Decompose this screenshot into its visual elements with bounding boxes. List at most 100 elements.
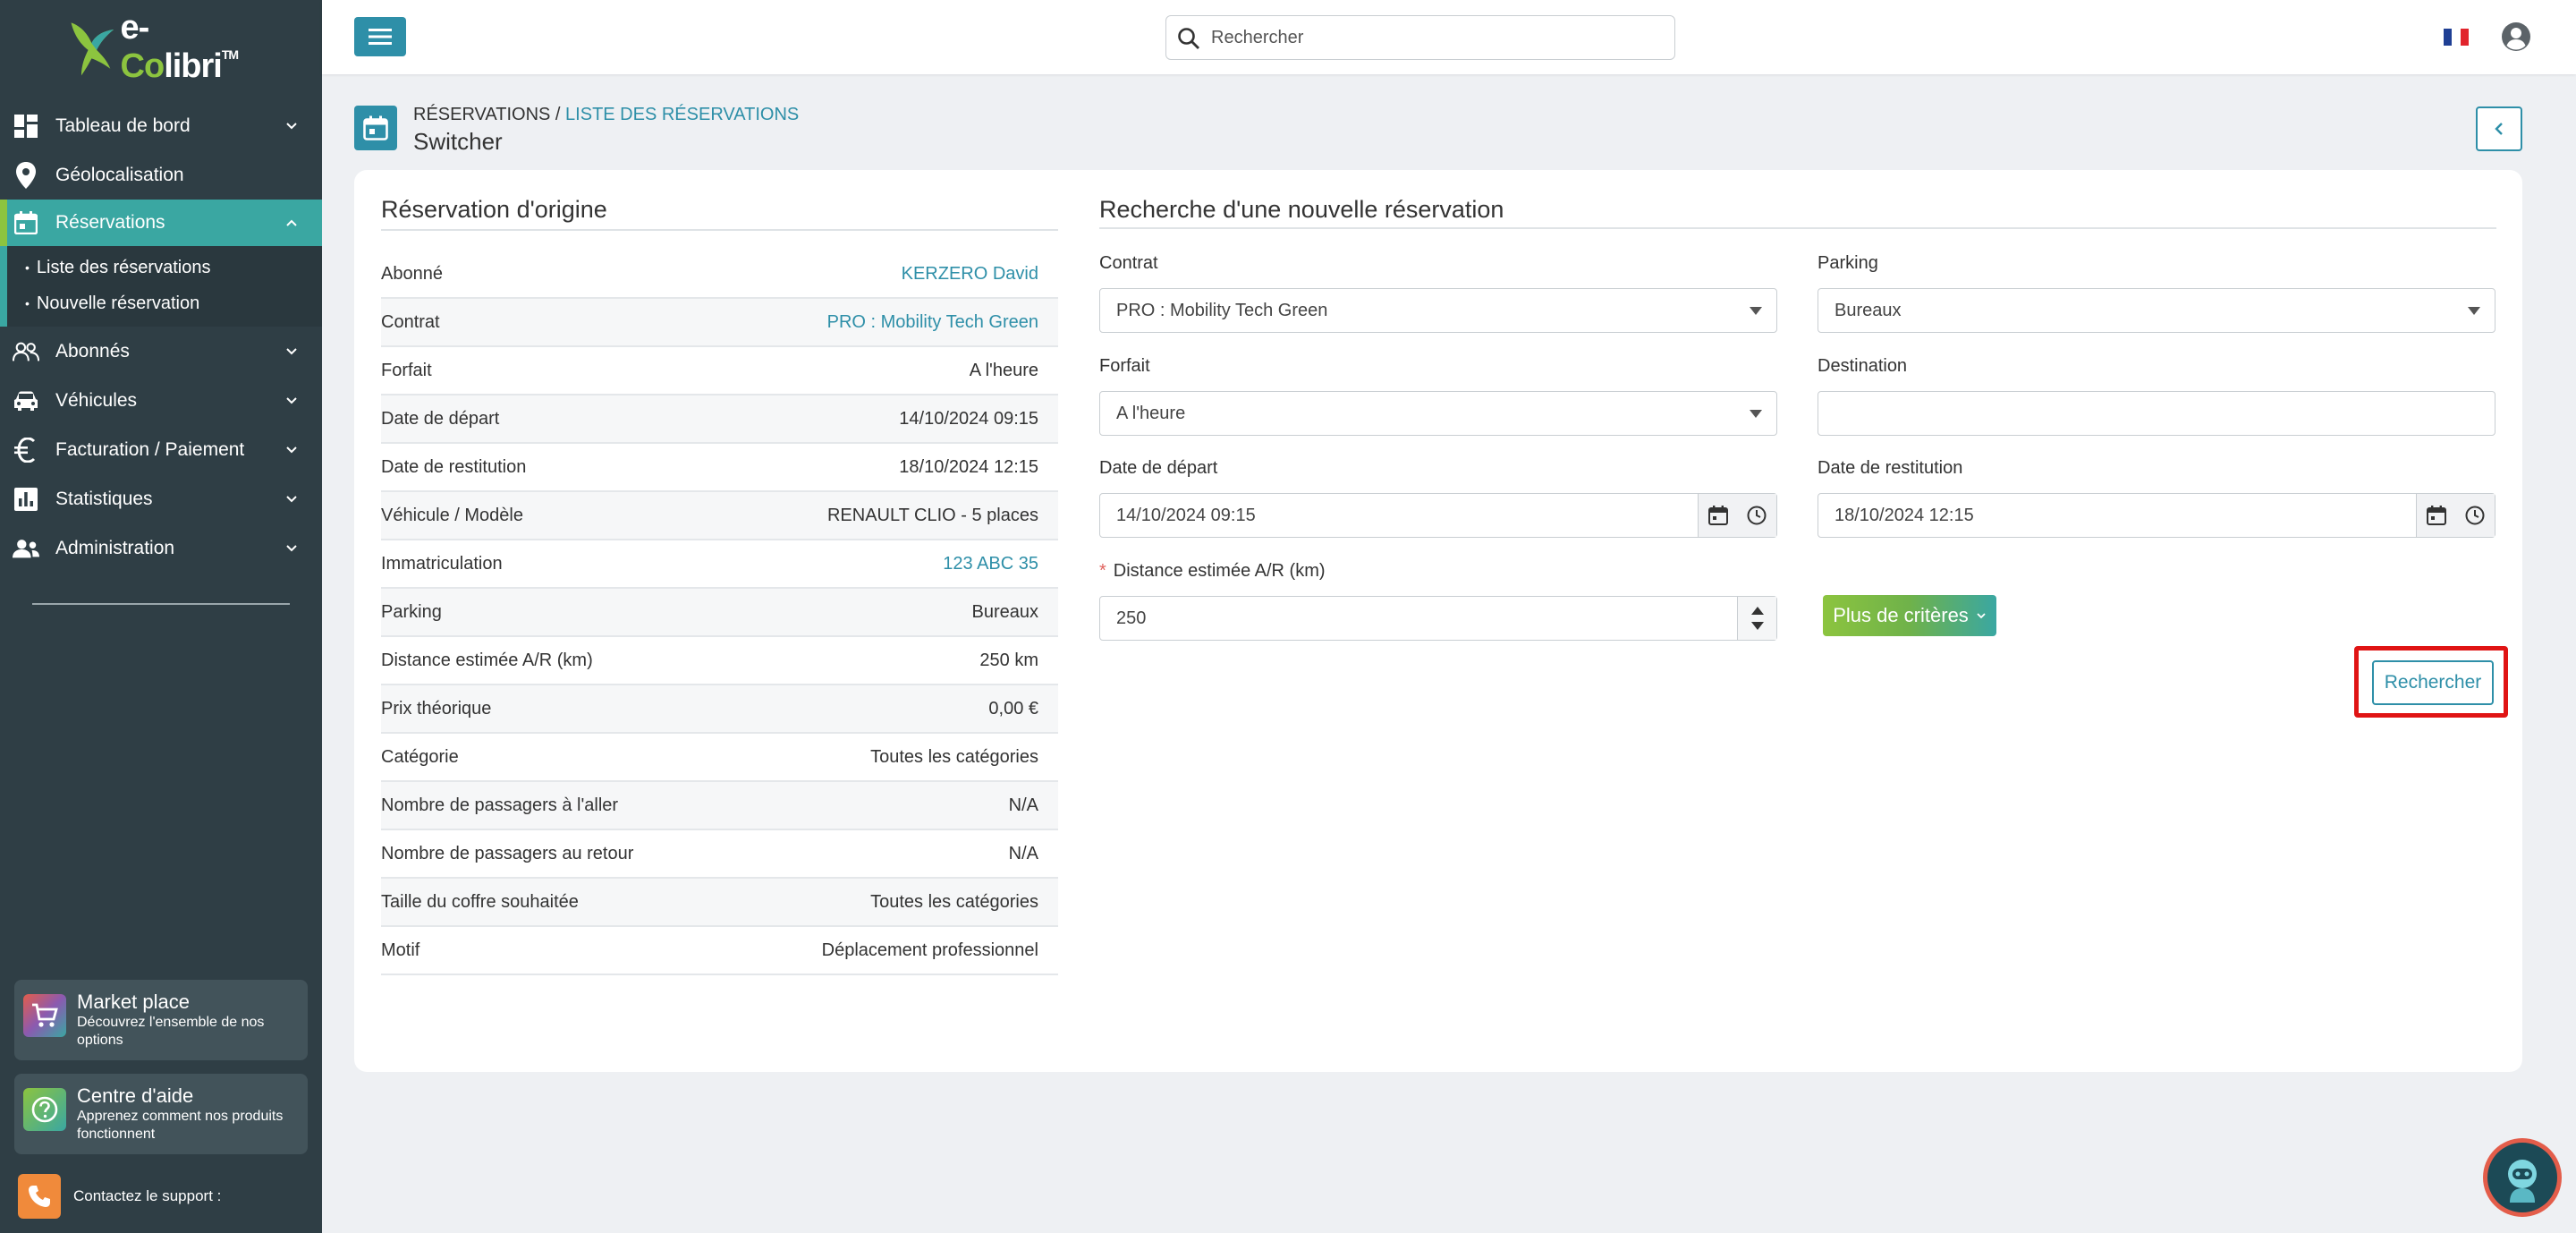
calendar-icon[interactable] (2426, 506, 2446, 525)
sidebar-item-geolocalisation[interactable]: Géolocalisation (0, 150, 322, 200)
info-row: Véhicule / Modèle RENAULT CLIO - 5 places (381, 492, 1058, 540)
info-value: 0,00 € (988, 698, 1038, 719)
info-label: Distance estimée A/R (km) (381, 650, 593, 670)
parking-select[interactable]: Bureaux (1818, 288, 2496, 333)
sidebar-subitem-nouvelle-reservation[interactable]: Nouvelle réservation (0, 285, 322, 321)
sidebar-item-reservations[interactable]: Réservations (0, 200, 322, 246)
sidebar-item-administration[interactable]: Administration (0, 523, 322, 573)
info-label: Forfait (381, 360, 432, 380)
chevron-down-icon (1977, 613, 1986, 619)
forfait-label: Forfait (1099, 356, 1150, 376)
subscriber-link[interactable]: KERZERO David (902, 264, 1038, 285)
distance-stepper[interactable]: 250 (1099, 596, 1777, 641)
more-criteria-label: Plus de critères (1833, 604, 1969, 626)
sidebar-item-vehicules[interactable]: Véhicules (0, 376, 322, 425)
clock-icon[interactable] (1747, 506, 1767, 525)
global-search[interactable] (1165, 15, 1675, 60)
search-input[interactable] (1211, 27, 1658, 48)
info-value: RENAULT CLIO - 5 places (826, 505, 1038, 525)
info-row: Parking Bureaux (381, 589, 1058, 637)
distance-label: * Distance estimée A/R (km) (1099, 561, 1326, 582)
return-date-input[interactable]: 18/10/2024 12:15 (1818, 493, 2496, 538)
hummingbird-icon (71, 22, 114, 76)
info-value: A l'heure (969, 360, 1038, 380)
info-row: Distance estimée A/R (km) 250 km (381, 637, 1058, 685)
sidebar-item-label: Administration (55, 537, 175, 558)
breadcrumb: RÉSERVATIONS / LISTE DES RÉSERVATIONS (413, 105, 799, 125)
brand-logo[interactable]: e-ColibriTM (63, 9, 259, 85)
sidebar-divider (32, 603, 290, 605)
info-row: Nombre de passagers au retour N/A (381, 830, 1058, 879)
info-row: Forfait A l'heure (381, 347, 1058, 395)
robot-icon (2487, 1143, 2557, 1212)
location-pin-icon (13, 161, 39, 189)
destination-input[interactable] (1818, 391, 2496, 436)
chevron-up-icon (286, 219, 297, 226)
market-place-card[interactable]: Market place Découvrez l'ensemble de nos… (14, 980, 308, 1060)
calendar-icon[interactable] (1707, 506, 1728, 525)
search-section-title: Recherche d'une nouvelle réservation (1099, 196, 1504, 223)
help-center-card[interactable]: Centre d'aide Apprenez comment nos produ… (14, 1074, 308, 1154)
info-row: Taille du coffre souhaitée Toutes les cat… (381, 879, 1058, 927)
chevron-down-icon (286, 123, 297, 130)
users-icon (13, 338, 39, 365)
plate-link[interactable]: 123 ABC 35 (943, 554, 1038, 574)
promo-desc: Découvrez l'ensemble de nos options (77, 1015, 265, 1048)
page-calendar-icon (354, 106, 397, 150)
forfait-select[interactable]: A l'heure (1099, 391, 1777, 436)
sidebar-item-statistiques[interactable]: Statistiques (0, 474, 322, 523)
sidebar-item-label: Statistiques (55, 488, 153, 509)
info-label: Date de restitution (381, 456, 527, 477)
destination-label: Destination (1818, 356, 1908, 376)
chatbot-avatar[interactable] (2483, 1138, 2562, 1217)
support-label: Contactez le support : (73, 1187, 222, 1204)
sidebar-item-label: Véhicules (55, 389, 138, 411)
page-title: Switcher (413, 128, 503, 155)
return-date-value: 18/10/2024 12:15 (1835, 505, 1974, 525)
section-divider (381, 229, 1058, 231)
date-time-addon (2416, 494, 2495, 537)
forfait-value: A l'heure (1116, 403, 1186, 423)
info-value: 18/10/2024 12:15 (899, 456, 1038, 477)
admin-users-icon (13, 535, 39, 562)
french-flag-icon[interactable] (2444, 29, 2469, 46)
decrement-icon[interactable] (1750, 622, 1764, 630)
promo-title: Centre d'aide (77, 1084, 194, 1107)
section-divider (1099, 227, 2496, 229)
chevron-down-icon (286, 348, 297, 355)
sidebar-item-label: Facturation / Paiement (55, 438, 245, 460)
sidebar-item-label: Géolocalisation (55, 164, 184, 185)
contract-link[interactable]: PRO : Mobility Tech Green (827, 312, 1038, 333)
breadcrumb-link[interactable]: LISTE DES RÉSERVATIONS (565, 105, 799, 124)
caret-down-icon (1750, 410, 1762, 418)
menu-toggle-button[interactable] (354, 17, 406, 56)
sidebar-subitem-liste-reservations[interactable]: Liste des réservations (0, 250, 322, 285)
chevron-down-icon (286, 545, 297, 552)
info-value: N/A (1008, 843, 1038, 863)
info-row: Nombre de passagers à l'aller N/A (381, 782, 1058, 830)
promo-desc: Apprenez comment nos produits fonctionne… (77, 1109, 284, 1142)
sidebar-nav: Tableau de bord Géolocalisation Réservat… (0, 101, 322, 573)
user-account-icon[interactable] (2501, 21, 2531, 52)
info-label: Nombre de passagers au retour (381, 843, 634, 863)
support-contact[interactable]: Contactez le support : (18, 1174, 221, 1219)
sidebar-item-tableau-de-bord[interactable]: Tableau de bord (0, 101, 322, 150)
info-row: Contrat PRO : Mobility Tech Green (381, 299, 1058, 347)
increment-icon[interactable] (1750, 607, 1764, 615)
back-button[interactable] (2476, 106, 2522, 151)
contract-label: Contrat (1099, 253, 1158, 273)
contract-select[interactable]: PRO : Mobility Tech Green (1099, 288, 1777, 333)
distance-value: 250 (1116, 608, 1147, 628)
sidebar-item-label: Abonnés (55, 340, 130, 361)
hamburger-icon (369, 29, 392, 45)
departure-date-input[interactable]: 14/10/2024 09:15 (1099, 493, 1777, 538)
sidebar-item-abonnes[interactable]: Abonnés (0, 327, 322, 376)
contract-value: PRO : Mobility Tech Green (1116, 300, 1328, 320)
sidebar-item-facturation[interactable]: Facturation / Paiement (0, 425, 322, 474)
promo-title: Market place (77, 991, 190, 1013)
more-criteria-button[interactable]: Plus de critères (1823, 595, 1996, 636)
info-label: Parking (381, 601, 442, 622)
clock-icon[interactable] (2465, 506, 2485, 525)
info-row: Abonné KERZERO David (381, 251, 1058, 299)
info-label: Prix théorique (381, 698, 492, 719)
